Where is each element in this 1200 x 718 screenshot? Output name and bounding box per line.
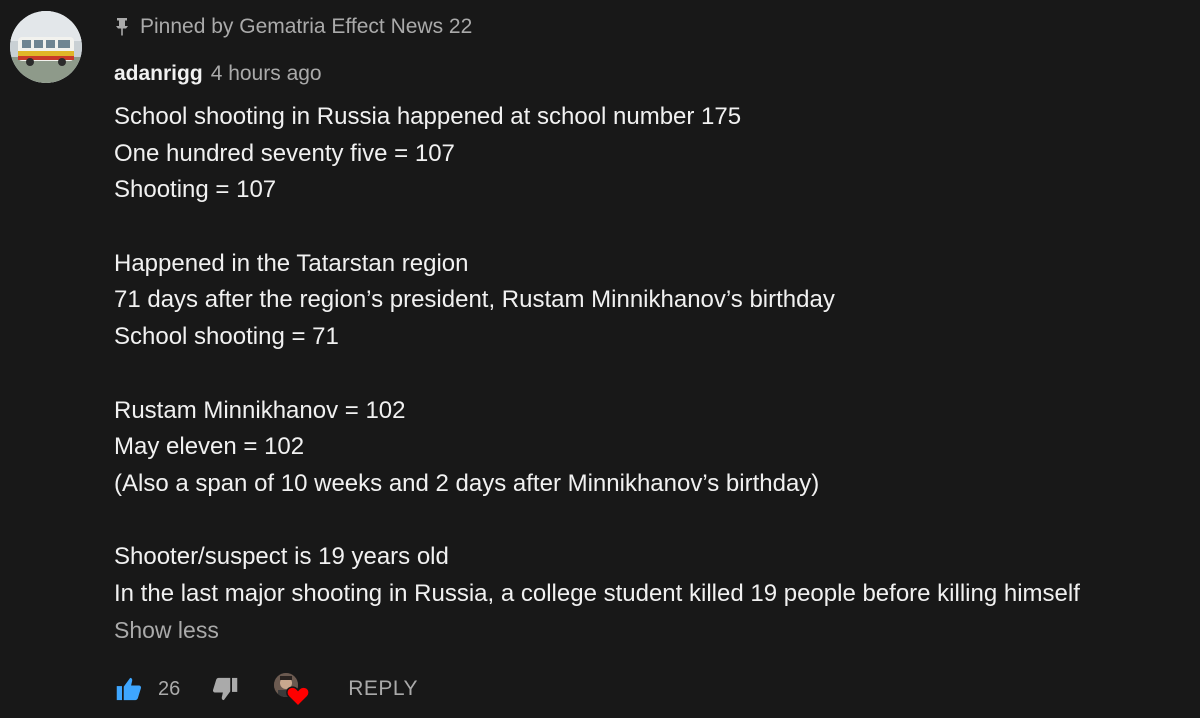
comment-body: School shooting in Russia happened at sc…	[114, 99, 1194, 613]
comment-line: Shooting = 107	[114, 176, 277, 204]
creator-heart-badge	[272, 669, 312, 709]
comment-timestamp[interactable]: 4 hours ago	[211, 62, 322, 86]
comment-line: Shooter/suspect is 19 years old	[114, 543, 449, 571]
creator-heart-icon	[286, 686, 311, 707]
van-avatar-image	[10, 11, 82, 83]
comment-thread: Pinned by Gematria Effect News 22 adanri…	[0, 0, 1200, 718]
comment-line: 71 days after the region’s president, Ru…	[114, 286, 835, 314]
comment-line: School shooting in Russia happened at sc…	[114, 103, 742, 130]
comment-line	[114, 356, 1194, 393]
comment-line: In the last major shooting in Russia, a …	[114, 579, 1080, 607]
thumbs-up-icon	[116, 677, 142, 701]
author-name[interactable]: adanrigg	[114, 62, 203, 86]
comment-line: One hundred seventy five = 107	[114, 139, 455, 167]
comment-actions: 26 REPLY	[114, 669, 418, 709]
show-less-button[interactable]: Show less	[114, 617, 219, 644]
like-button[interactable]	[114, 674, 144, 704]
comment-line	[114, 503, 1194, 540]
comment-line: Rustam Minnikhanov = 102	[114, 396, 406, 424]
reply-button[interactable]: REPLY	[348, 677, 418, 701]
like-count: 26	[158, 677, 181, 700]
comment-line: (Also a span of 10 weeks and 2 days afte…	[114, 469, 820, 497]
comment-line: May eleven = 102	[114, 433, 305, 461]
pinned-indicator: Pinned by Gematria Effect News 22	[114, 14, 472, 40]
thumbs-down-icon	[213, 677, 238, 701]
pin-icon	[114, 17, 130, 37]
pinned-label: Pinned by Gematria Effect News 22	[140, 15, 473, 38]
comment-header: adanrigg 4 hours ago	[114, 62, 322, 86]
comment-line: School shooting = 71	[114, 323, 339, 351]
dislike-button[interactable]	[210, 674, 240, 704]
comment-line	[114, 209, 1194, 246]
comment-line: Happened in the Tatarstan region	[114, 249, 469, 277]
author-avatar[interactable]	[10, 11, 82, 83]
